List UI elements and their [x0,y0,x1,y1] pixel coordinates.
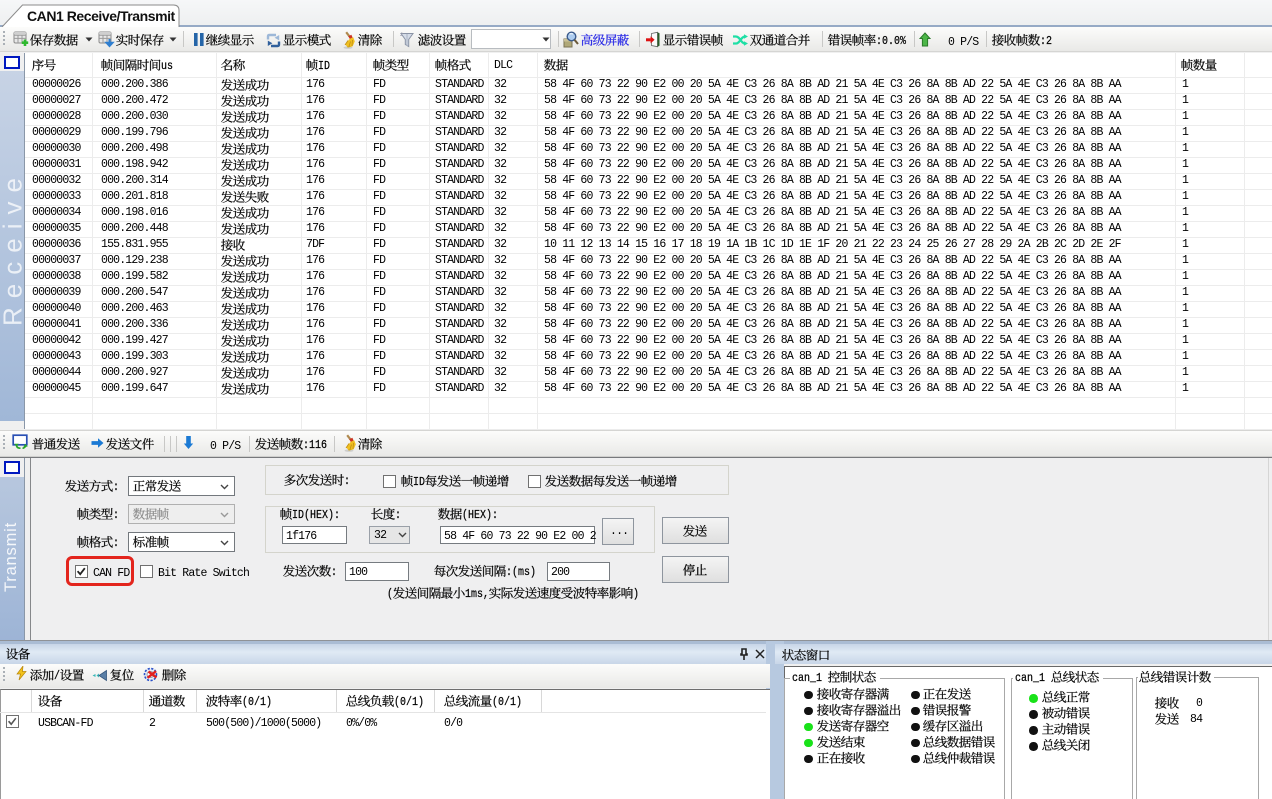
svg-text:ID: ID [318,60,330,73]
svg-text::: : [113,509,119,522]
svg-text::0.0%: :0.0% [876,35,906,48]
svg-text:(0/1): (0/1) [242,696,272,709]
svg-text:(0/1): (0/1) [394,696,424,709]
svg-text:us: us [161,60,173,73]
svg-text:(0/1): (0/1) [492,696,522,709]
svg-text::2: :2 [1040,35,1052,48]
svg-text::(ms): :(ms) [506,566,536,579]
svg-text::: : [344,475,350,488]
svg-text::: : [113,537,119,550]
svg-text::: : [113,481,119,494]
svg-text:): ) [633,588,639,601]
svg-text:can_1: can_1 [1015,672,1045,685]
svg-text:can_1: can_1 [792,672,822,685]
svg-text:(HEX):: (HEX): [462,509,498,522]
svg-text:(: ( [387,588,393,601]
svg-text::: : [395,509,401,522]
svg-text:/: / [54,670,60,683]
svg-text::: : [331,566,337,579]
svg-text:ID(HEX):: ID(HEX): [292,509,340,522]
svg-text::116: :116 [303,439,327,452]
svg-text:1ms,: 1ms, [465,588,489,601]
svg-text:ID: ID [413,476,425,489]
